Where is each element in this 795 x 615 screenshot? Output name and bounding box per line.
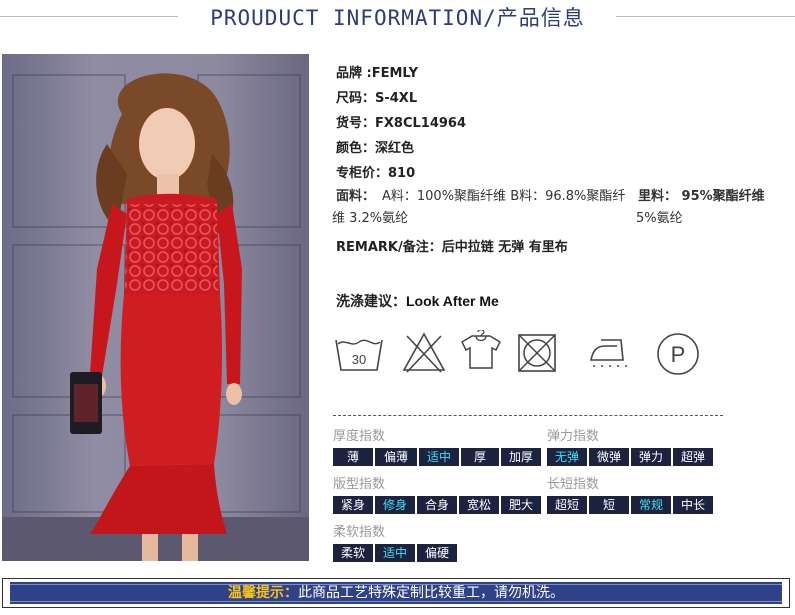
svg-text:P: P [671,342,686,367]
elasticity-tag: 弹力 [631,448,671,466]
fit-tag: 修身 [375,496,415,514]
notice-message: 此商品工艺特殊定制比较重工，请勿机洗。 [298,585,564,601]
hang-dry-icon [461,330,501,369]
wash-advice-label: 洗涤建议： [336,294,406,310]
sku-field: 货号：FX8CL14964 [336,116,467,131]
iron-low-icon [590,339,627,367]
remark-field: REMARK/备注：后中拉链 无弹 有里布 [336,240,568,255]
color-field: 颜色：深红色 [336,141,415,156]
wash-30-icon: 30 [335,339,383,371]
thickness-tag: 偏薄 [375,448,417,466]
softness-label: 柔软指数 [333,525,386,540]
elasticity-options: 无弹 微弹 弹力 超弹 [547,448,713,466]
thickness-tag: 薄 [333,448,373,466]
length-tag: 常规 [631,496,671,514]
length-options: 超短短常规 中长 [547,496,713,514]
fit-tag: 合身 [417,496,457,514]
fit-tag: 宽松 [459,496,499,514]
thickness-tag: 厚 [461,448,499,466]
page-title: PROUDUCT INFORMATION/产品信息 [210,6,585,30]
elasticity-tag: 无弹 [547,448,587,466]
elasticity-tag: 微弹 [589,448,629,466]
price-field: 专柜价：810 [336,166,416,181]
length-tag: 超短 [547,496,587,514]
section-divider [333,415,723,416]
fabric-a-line2: 维 3.2%氨纶 [332,211,409,226]
no-tumble-dry-icon [518,334,556,372]
softness-options: 柔软 适中 偏硬 [333,544,457,562]
length-tag: 短 [589,496,629,514]
elasticity-tag: 超弹 [673,448,713,466]
size-field: 尺码：S-4XL [336,91,418,106]
dry-clean-p-icon: P [657,333,699,375]
wash-advice: 洗涤建议：Look After Me [336,291,499,311]
length-tag: 中长 [673,496,713,514]
thickness-tag: 适中 [419,448,459,466]
brand-field: 品牌 :FEMLY [336,66,419,81]
svg-text:30: 30 [352,352,366,367]
softness-tag: 适中 [375,544,415,562]
softness-tag: 柔软 [333,544,373,562]
wash-advice-value: Look After Me [406,293,499,309]
fabric-a-line1: A料：100%聚酯纤维 B料：96.8%聚酯纤 [382,189,626,204]
elasticity-label: 弹力指数 [547,429,600,444]
lining-line2: 5%氨纶 [636,211,683,226]
model-figure [70,73,242,561]
fit-label: 版型指数 [333,477,386,492]
fit-options: 紧身 修身 合身 宽松 肥大 [333,496,541,514]
thickness-label: 厚度指数 [333,429,386,444]
softness-tag: 偏硬 [417,544,457,562]
fit-tag: 紧身 [333,496,373,514]
thickness-tag: 加厚 [501,448,541,466]
thickness-options: 薄偏薄 适中厚加厚 [333,448,541,466]
fit-tag: 肥大 [501,496,541,514]
no-bleach-icon [402,332,446,373]
fabric-label: 面料： [336,189,376,204]
lining-line1: 里料： 95%聚酯纤维 [638,189,765,204]
length-label: 长短指数 [547,477,600,492]
notice-text: 温馨提示：此商品工艺特殊定制比较重工，请勿机洗。 [10,582,782,604]
notice-highlight: 温馨提示： [228,585,298,601]
product-photo [2,54,309,561]
